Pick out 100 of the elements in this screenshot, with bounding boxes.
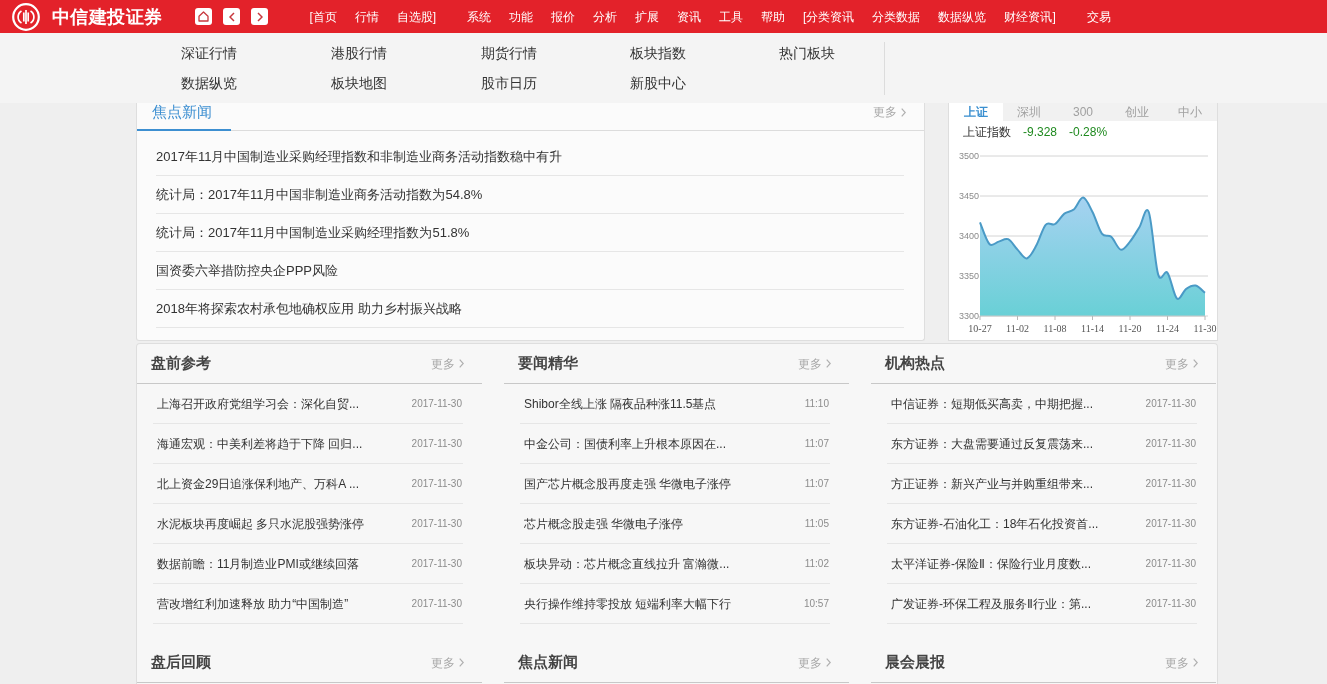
chevron-right-icon <box>1193 658 1198 667</box>
nav-link[interactable]: 资讯 <box>677 10 702 23</box>
axis-label: 3400 <box>958 231 979 241</box>
news-link[interactable]: 上海召开政府党组学习会：深化自贸... <box>153 394 359 413</box>
news-link[interactable]: 中信证券：短期低买高卖，中期把握... <box>887 394 1093 413</box>
time-label: 2017-11-30 <box>411 517 463 531</box>
time-label: 2017-11-30 <box>411 597 463 611</box>
index-tab[interactable]: 上证 <box>949 103 1003 121</box>
news-link[interactable]: 国资委六举措防控央企PPP风险 <box>156 260 338 281</box>
section-title: 焦点新闻 <box>518 652 578 673</box>
news-link[interactable]: 央行操作维持零投放 短端利率大幅下行 <box>520 594 732 613</box>
time-label: 2017-11-30 <box>1145 397 1197 411</box>
nav-link[interactable]: 财经资讯] <box>1004 10 1056 23</box>
axis-label: 3500 <box>958 151 979 161</box>
nav-link[interactable]: [分类资讯 <box>803 10 855 23</box>
chevron-right-icon <box>826 359 831 368</box>
index-name: 上证指数 <box>963 124 1011 141</box>
menu-item[interactable]: 热门板块 <box>779 45 835 61</box>
nav-link[interactable]: 工具 <box>719 10 744 23</box>
menu-item[interactable]: 板块指数 <box>630 45 686 61</box>
section-title: 盘后回顾 <box>151 652 211 673</box>
news-link[interactable]: 海通宏观：中美利差将趋于下降 回归... <box>153 434 363 453</box>
news-link[interactable]: 板块异动：芯片概念直线拉升 富瀚微... <box>520 554 730 573</box>
change-value: -9.328 <box>1023 124 1058 141</box>
news-link[interactable]: 广发证券-环保工程及服务Ⅱ行业：第... <box>887 594 1091 613</box>
axis-label: 3300 <box>958 311 979 321</box>
time-label: 2017-11-30 <box>1145 557 1197 571</box>
nav-link[interactable]: 分类数据 <box>872 10 921 23</box>
time-label: 11:02 <box>804 557 830 571</box>
back-button[interactable] <box>223 8 241 25</box>
time-label: 2017-11-30 <box>411 557 463 571</box>
nav-link[interactable]: 分析 <box>593 10 618 23</box>
menu-item[interactable]: 港股行情 <box>331 45 387 61</box>
nav-link[interactable]: [首页 <box>309 10 337 23</box>
axis-label: 11-02 <box>1006 323 1029 334</box>
time-label: 11:07 <box>804 437 830 451</box>
time-label: 2017-11-30 <box>1145 597 1197 611</box>
axis-label: 11-20 <box>1118 323 1142 334</box>
chevron-right-icon <box>459 359 464 368</box>
home-icon <box>198 11 210 22</box>
axis-label: 11-08 <box>1043 323 1067 334</box>
menu-item[interactable]: 期货行情 <box>481 45 537 61</box>
time-label: 2017-11-30 <box>1145 437 1197 451</box>
time-label: 2017-11-30 <box>411 397 463 411</box>
nav-link[interactable]: 交易 <box>1086 10 1111 23</box>
chevron-right-icon <box>826 658 831 667</box>
news-link[interactable]: 统计局：2017年11月中国制造业采购经理指数为51.8% <box>156 222 470 243</box>
news-link[interactable]: 中金公司：国债利率上升根本原因在... <box>520 434 726 453</box>
axis-label: 11-30 <box>1193 323 1217 334</box>
axis-label: 11-24 <box>1156 323 1179 334</box>
nav-link[interactable]: 报价 <box>551 10 576 23</box>
axis-label: 10-27 <box>968 323 992 334</box>
menu-item[interactable]: 板块地图 <box>331 75 387 91</box>
time-label: 2017-11-30 <box>411 477 463 491</box>
section-title: 盘前参考 <box>151 353 211 374</box>
news-link[interactable]: 方正证券：新兴产业与并购重组带来... <box>887 474 1093 493</box>
news-link[interactable]: 数据前瞻：11月制造业PMI或继续回落 <box>153 554 359 573</box>
chevron-left-icon <box>228 11 235 22</box>
chevron-right-icon <box>459 658 464 667</box>
nav-link[interactable]: 数据纵览 <box>938 10 987 23</box>
home-button[interactable] <box>195 8 213 25</box>
news-link[interactable]: 北上资金29日追涨保利地产、万科A ... <box>153 474 360 493</box>
section-title: 机构热点 <box>885 353 945 374</box>
section-title: 晨会晨报 <box>885 652 945 673</box>
axis-label: 11-14 <box>1081 323 1104 334</box>
news-link[interactable]: 统计局：2017年11月中国非制造业商务活动指数为54.8% <box>156 184 483 205</box>
time-label: 2017-11-30 <box>1145 517 1197 531</box>
news-link[interactable]: 2017年11月中国制造业采购经理指数和非制造业商务活动指数稳中有升 <box>156 146 563 167</box>
menu-item[interactable]: 深证行情 <box>181 45 237 61</box>
menu-item[interactable]: 股市日历 <box>481 75 537 91</box>
menu-item[interactable]: 数据纵览 <box>181 75 237 91</box>
news-link[interactable]: Shibor全线上涨 隔夜品种涨11.5基点 <box>520 394 717 413</box>
menu-item[interactable]: 新股中心 <box>630 75 686 91</box>
news-link[interactable]: 太平洋证券-保险Ⅱ：保险行业月度数... <box>887 554 1091 573</box>
nav-link[interactable]: 帮助 <box>761 10 786 23</box>
axis-label: 3350 <box>958 271 979 281</box>
logo-icon <box>12 2 40 31</box>
news-tab[interactable]: 焦点新闻 <box>137 103 231 131</box>
chevron-right-icon <box>901 107 906 117</box>
nav-link[interactable]: 行情 <box>354 10 379 23</box>
nav-link[interactable]: 扩展 <box>635 10 660 23</box>
time-label: 2017-11-30 <box>411 437 463 451</box>
nav-link[interactable]: 自选股] <box>396 10 437 23</box>
news-link[interactable]: 东方证券-石油化工：18年石化投资首... <box>887 514 1099 533</box>
news-link[interactable]: 国产芯片概念股再度走强 华微电子涨停 <box>520 474 732 493</box>
time-label: 11:07 <box>804 477 830 491</box>
news-link[interactable]: 东方证券：大盘需要通过反复震荡来... <box>887 434 1093 453</box>
time-label: 11:05 <box>804 517 830 531</box>
nav-link[interactable]: 功能 <box>509 10 534 23</box>
time-label: 2017-11-30 <box>1145 477 1197 491</box>
forward-button[interactable] <box>251 8 269 25</box>
time-label: 11:10 <box>804 397 830 411</box>
nav-link[interactable]: 系统 <box>467 10 492 23</box>
news-link[interactable]: 营改增红利加速释放 助力“中国制造” <box>153 594 349 613</box>
news-link[interactable]: 2018年将探索农村承包地确权应用 助力乡村振兴战略 <box>156 298 462 319</box>
time-label: 10:57 <box>803 597 830 611</box>
news-link[interactable]: 芯片概念股走强 华微电子涨停 <box>520 514 684 533</box>
chevron-right-icon <box>1193 359 1198 368</box>
news-link[interactable]: 水泥板块再度崛起 多只水泥股强势涨停 <box>153 514 365 533</box>
change-percent: -0.28% <box>1069 124 1108 141</box>
